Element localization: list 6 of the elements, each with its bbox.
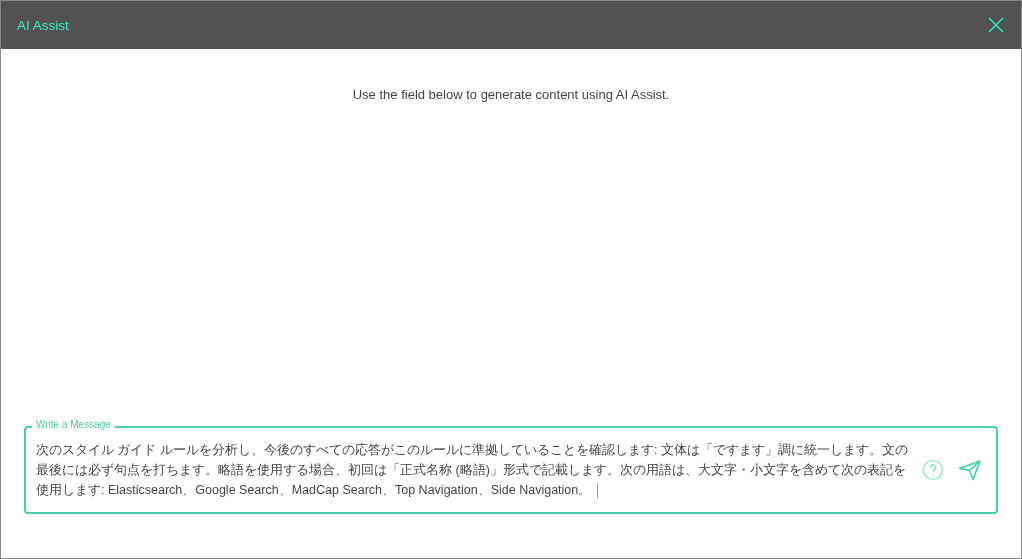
field-label: Write a Message <box>32 419 115 430</box>
help-icon[interactable] <box>922 459 944 481</box>
dialog-title: AI Assist <box>17 17 69 33</box>
send-icon[interactable] <box>958 459 982 481</box>
intro-text: Use the field below to generate content using AI Assist. <box>351 87 671 102</box>
close-icon[interactable] <box>988 17 1004 33</box>
